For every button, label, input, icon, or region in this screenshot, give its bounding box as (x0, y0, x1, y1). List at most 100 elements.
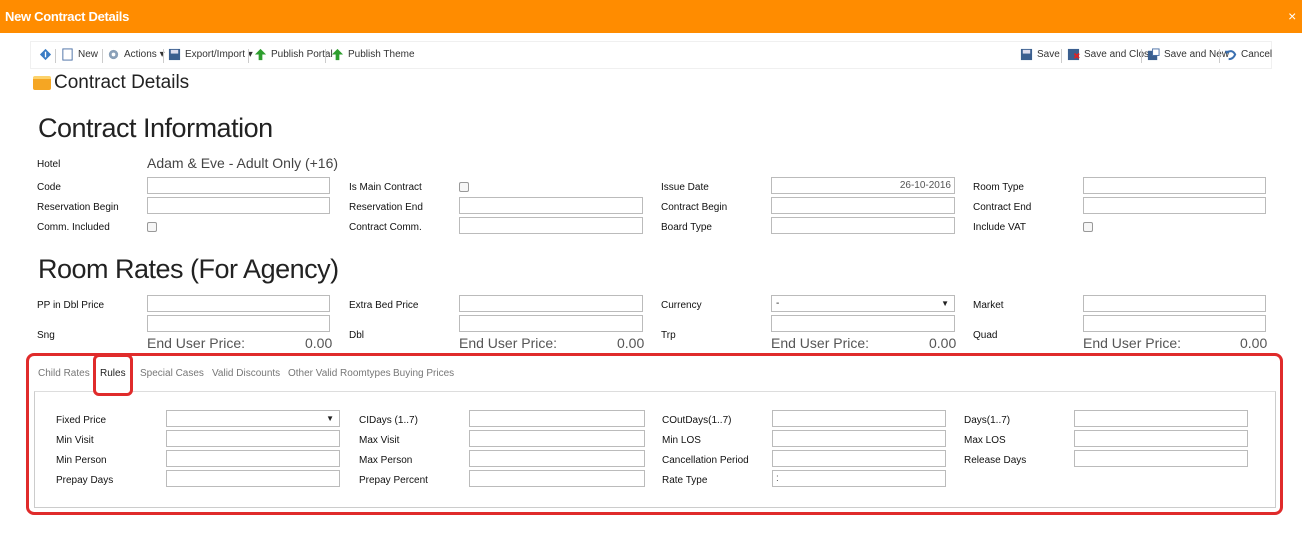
toolbar: New Actions ▾ Export/Import ▾ Publish Po… (30, 41, 1272, 69)
section-title: Contract Details (33, 72, 189, 94)
max-los-input[interactable] (1074, 430, 1248, 447)
save-and-close-button-label: Save and Close (1084, 49, 1155, 60)
trp-end-user-price-label: End User Price: (771, 335, 870, 351)
new-button[interactable]: New (61, 48, 98, 61)
is-main-contract-checkbox[interactable] (459, 182, 469, 192)
new-document-icon (62, 48, 73, 61)
actions-button-label: Actions ▾ (124, 49, 165, 60)
chevron-down-icon: ▼ (941, 299, 949, 308)
save-new-icon (1147, 48, 1160, 61)
tab-child-rates[interactable]: Child Rates (38, 368, 90, 379)
pp-dbl-price-label: PP in Dbl Price (37, 300, 105, 311)
room-type-input[interactable] (1083, 177, 1266, 194)
max-person-input[interactable] (469, 450, 645, 467)
currency-select-value: - (776, 298, 780, 309)
sng-end-user-price-label: End User Price: (147, 335, 246, 351)
sng-label: Sng (37, 330, 55, 341)
issue-date-input[interactable]: 26-10-2016 (771, 177, 955, 194)
up-arrow-icon (254, 48, 267, 61)
include-vat-label: Include VAT (973, 222, 1026, 233)
extra-bed-price-input[interactable] (459, 295, 643, 312)
trp-input[interactable] (771, 315, 955, 332)
contract-comm-input[interactable] (459, 217, 643, 234)
extra-bed-price-label: Extra Bed Price (349, 300, 419, 311)
code-label: Code (37, 182, 61, 193)
days-input[interactable] (1074, 410, 1248, 427)
coutdays-input[interactable] (772, 410, 946, 427)
issue-date-label: Issue Date (661, 182, 709, 193)
new-button-label: New (78, 49, 99, 60)
reservation-end-input[interactable] (459, 197, 643, 214)
reservation-begin-label: Reservation Begin (37, 202, 119, 213)
release-days-label: Release Days (964, 455, 1027, 466)
prepay-days-input[interactable] (166, 470, 340, 487)
dbl-end-user-price-label: End User Price: (459, 335, 558, 351)
tab-buying-prices[interactable]: Buying Prices (393, 368, 454, 379)
trp-label: Trp (661, 330, 676, 341)
contract-begin-input[interactable] (771, 197, 955, 214)
folder-icon (33, 76, 51, 90)
quad-label: Quad (973, 330, 998, 341)
min-person-label: Min Person (56, 455, 107, 466)
info-icon (39, 48, 52, 61)
publish-portal-button[interactable]: Publish Portal (254, 48, 333, 61)
prepay-percent-input[interactable] (469, 470, 645, 487)
fixed-price-label: Fixed Price (56, 415, 107, 426)
board-type-input[interactable] (771, 217, 955, 234)
comm-included-checkbox[interactable] (147, 222, 157, 232)
contract-end-label: Contract End (973, 202, 1032, 213)
min-person-input[interactable] (166, 450, 340, 467)
tab-rules[interactable]: Rules (100, 368, 126, 379)
trp-end-user-price-value: 0.00 (929, 335, 957, 351)
dbl-end-user-price-value: 0.00 (617, 335, 645, 351)
code-input[interactable] (147, 177, 330, 194)
cancel-button-label: Cancel (1241, 49, 1273, 60)
hotel-label: Hotel (37, 159, 61, 170)
pp-dbl-price-input[interactable] (147, 295, 330, 312)
min-visit-label: Min Visit (56, 435, 94, 446)
tab-valid-discounts[interactable]: Valid Discounts (212, 368, 280, 379)
export-import-button[interactable]: Export/Import ▾ (168, 48, 253, 61)
sng-input[interactable] (147, 315, 330, 332)
contract-end-input[interactable] (1083, 197, 1266, 214)
dbl-input[interactable] (459, 315, 643, 332)
close-icon[interactable]: × (1288, 8, 1296, 24)
currency-select[interactable]: - ▼ (771, 295, 955, 312)
currency-label: Currency (661, 300, 702, 311)
cidays-input[interactable] (469, 410, 645, 427)
market-input[interactable] (1083, 295, 1266, 312)
sng-end-user-price-value: 0.00 (305, 335, 333, 351)
rate-type-input[interactable]: : (772, 470, 946, 487)
max-visit-input[interactable] (469, 430, 645, 447)
tab-other-valid-roomtypes[interactable]: Other Valid Roomtypes (288, 368, 391, 379)
cancellation-period-input[interactable] (772, 450, 946, 467)
cancellation-period-label: Cancellation Period (662, 455, 749, 466)
max-los-label: Max LOS (964, 435, 1006, 446)
reservation-end-label: Reservation End (349, 202, 423, 213)
fixed-price-select[interactable]: ▼ (166, 410, 340, 427)
publish-theme-button[interactable]: Publish Theme (331, 48, 415, 61)
days-label: Days(1..7) (964, 415, 1011, 426)
info-button[interactable] (39, 48, 52, 61)
save-button[interactable]: Save (1020, 48, 1060, 61)
reservation-begin-input[interactable] (147, 197, 330, 214)
contract-begin-label: Contract Begin (661, 202, 728, 213)
coutdays-label: COutDays(1..7) (662, 415, 732, 426)
is-main-contract-label: Is Main Contract (349, 182, 422, 193)
save-and-new-button[interactable]: Save and New (1147, 48, 1229, 61)
min-visit-input[interactable] (166, 430, 340, 447)
include-vat-checkbox[interactable] (1083, 222, 1093, 232)
cancel-button[interactable]: Cancel (1224, 48, 1272, 61)
min-los-input[interactable] (772, 430, 946, 447)
rate-type-label: Rate Type (662, 475, 708, 486)
actions-button[interactable]: Actions ▾ (107, 48, 165, 61)
comm-included-label: Comm. Included (37, 222, 110, 233)
release-days-input[interactable] (1074, 450, 1248, 467)
room-rates-heading: Room Rates (For Agency) (38, 254, 339, 284)
cidays-label: CIDays (1..7) (359, 415, 418, 426)
save-disk-icon (168, 48, 181, 61)
tab-special-cases[interactable]: Special Cases (140, 368, 204, 379)
quad-input[interactable] (1083, 315, 1266, 332)
contract-comm-label: Contract Comm. (349, 222, 422, 233)
quad-end-user-price-value: 0.00 (1240, 335, 1268, 351)
